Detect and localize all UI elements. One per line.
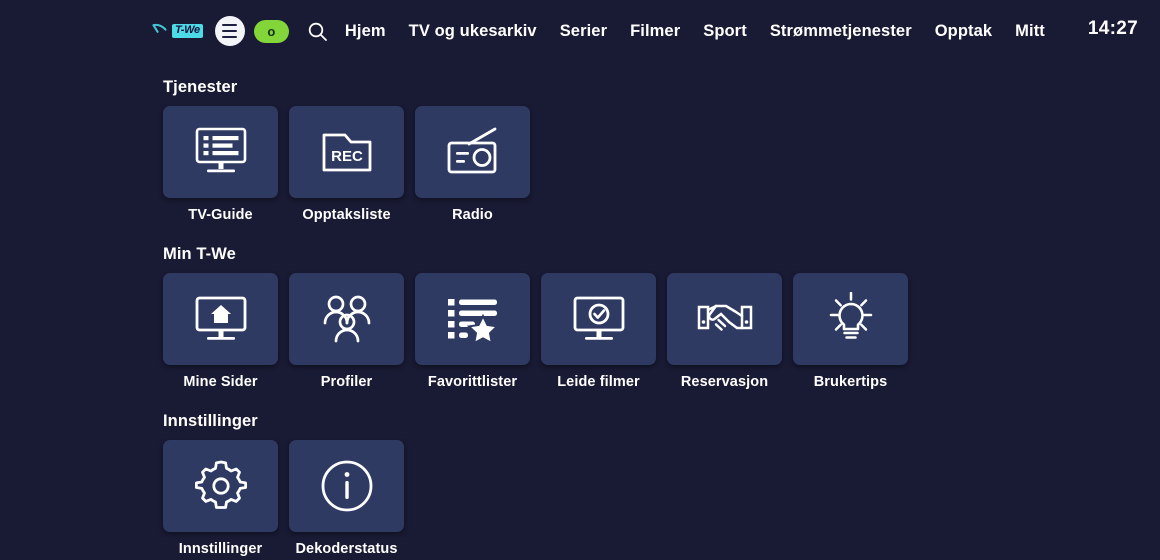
tile-surface[interactable]: [163, 273, 278, 365]
tile-label: Innstillinger: [178, 541, 263, 557]
tile-surface[interactable]: [667, 273, 782, 365]
tile-surface[interactable]: [163, 106, 278, 198]
tile-opptaksliste[interactable]: REC Opptaksliste: [289, 106, 404, 223]
hamburger-bar: [222, 23, 238, 27]
tile-reservasjon[interactable]: Reservasjon: [667, 273, 782, 390]
main-content: Tjenester TV-Guide REC Opptaksliste Radi…: [163, 78, 1160, 557]
section-min-twe: Min T-We Mine Sider Profiler Favorittlis…: [163, 245, 1160, 390]
tile-surface[interactable]: [415, 106, 530, 198]
tile-row-tjenester: TV-Guide REC Opptaksliste Radio: [163, 106, 1160, 223]
tile-surface[interactable]: [541, 273, 656, 365]
radio-icon: [445, 126, 501, 178]
info-circle-icon: [319, 458, 375, 514]
tile-label: Reservasjon: [680, 374, 769, 390]
tile-label: Radio: [452, 207, 493, 223]
tv-portal-screen: T-We o Hjem TV og ukesarkiv Serier Filme…: [0, 0, 1160, 560]
nav-item-mitt[interactable]: Mitt: [1015, 22, 1045, 41]
tile-surface[interactable]: [793, 273, 908, 365]
tile-label: TV-Guide: [188, 207, 253, 223]
section-tjenester: Tjenester TV-Guide REC Opptaksliste Radi…: [163, 78, 1160, 223]
tile-innstillinger[interactable]: Innstillinger: [163, 440, 278, 557]
tile-leide-filmer[interactable]: Leide filmer: [541, 273, 656, 390]
lightbulb-icon: [823, 292, 879, 346]
hamburger-bar: [222, 35, 238, 39]
nav-item-serier[interactable]: Serier: [560, 22, 607, 41]
tile-label: Leide filmer: [557, 374, 640, 390]
nav-item-hjem[interactable]: Hjem: [345, 22, 386, 41]
tile-favorittlister[interactable]: Favorittlister: [415, 273, 530, 390]
nav-left-controls: T-We o Hjem TV og ukesarkiv Serier Filme…: [152, 16, 1085, 46]
nav-item-tv-og-ukesarkiv[interactable]: TV og ukesarkiv: [409, 22, 537, 41]
nav-item-filmer[interactable]: Filmer: [630, 22, 680, 41]
monitor-check-icon: [571, 293, 627, 345]
nav-item-sport[interactable]: Sport: [703, 22, 747, 41]
search-icon[interactable]: [305, 18, 331, 44]
power-toggle-label: o: [267, 23, 276, 39]
tile-brukertips[interactable]: Brukertips: [793, 273, 908, 390]
section-innstillinger: Innstillinger Innstillinger Dekoderstatu…: [163, 412, 1160, 557]
tile-surface[interactable]: REC: [289, 106, 404, 198]
tile-dekoderstatus[interactable]: Dekoderstatus: [289, 440, 404, 557]
section-title-min-twe: Min T-We: [163, 245, 236, 263]
top-navigation-bar: T-We o Hjem TV og ukesarkiv Serier Filme…: [0, 0, 1160, 62]
tile-label: Mine Sider: [183, 374, 258, 390]
tile-surface[interactable]: [163, 440, 278, 532]
handshake-icon: [696, 295, 754, 343]
hamburger-menu-icon[interactable]: [214, 16, 245, 46]
tile-mine-sider[interactable]: Mine Sider: [163, 273, 278, 390]
tile-label: Opptaksliste: [302, 207, 391, 223]
tile-label: Dekoderstatus: [295, 541, 398, 557]
tile-row-innstillinger: Innstillinger Dekoderstatus: [163, 440, 1160, 557]
tile-surface[interactable]: [289, 440, 404, 532]
tile-surface[interactable]: [415, 273, 530, 365]
gear-icon: [193, 458, 249, 514]
nav-item-strommetjenester[interactable]: Strømmetjenester: [770, 22, 912, 41]
rec-folder-icon: REC: [320, 127, 374, 177]
tile-radio[interactable]: Radio: [415, 106, 530, 223]
section-title-innstillinger: Innstillinger: [163, 412, 258, 430]
tile-label: Brukertips: [813, 374, 888, 390]
twe-logo-badge: T-We: [172, 24, 203, 38]
list-star-icon: [445, 294, 501, 344]
nav-item-opptak[interactable]: Opptak: [935, 22, 992, 41]
twe-logo[interactable]: T-We: [152, 21, 203, 41]
telenor-swoosh-icon: [152, 21, 169, 41]
tile-row-min-twe: Mine Sider Profiler Favorittlister Leide…: [163, 273, 1160, 390]
nav-menu-items: Hjem TV og ukesarkiv Serier Filmer Sport…: [345, 22, 1085, 41]
tile-tv-guide[interactable]: TV-Guide: [163, 106, 278, 223]
power-toggle-icon[interactable]: o: [253, 19, 289, 43]
hamburger-bar: [222, 29, 238, 33]
svg-text:REC: REC: [331, 148, 363, 165]
tv-guide-icon: [193, 126, 249, 178]
tile-label: Favorittlister: [427, 374, 518, 390]
clock: 14:27: [1087, 18, 1138, 39]
tile-profiler[interactable]: Profiler: [289, 273, 404, 390]
monitor-home-icon: [193, 293, 249, 345]
tile-surface[interactable]: [289, 273, 404, 365]
section-title-tjenester: Tjenester: [163, 78, 238, 96]
profiles-people-icon: [319, 293, 375, 345]
tile-label: Profiler: [320, 374, 373, 390]
